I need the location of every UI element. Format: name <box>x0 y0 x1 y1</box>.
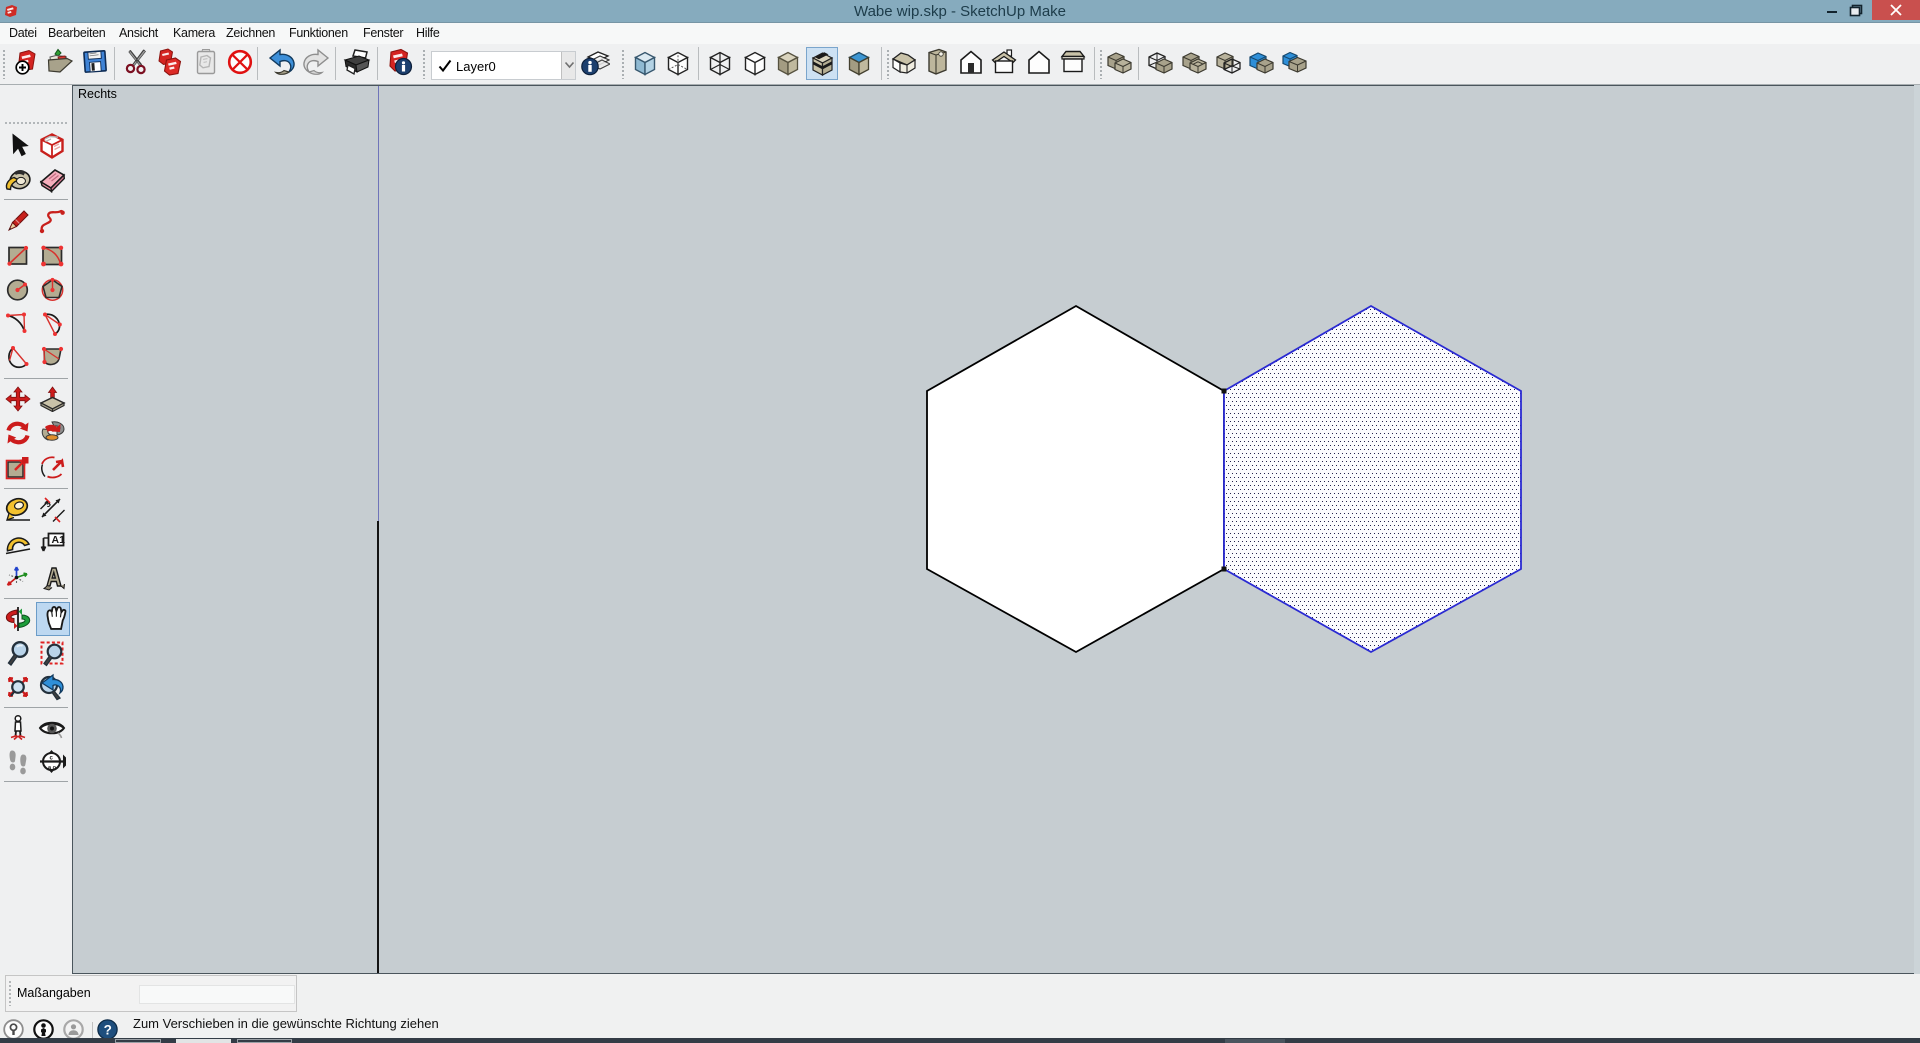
svg-text:A1: A1 <box>52 534 66 546</box>
svg-text:a o: a o <box>48 765 57 771</box>
svg-text:?: ? <box>104 1022 112 1037</box>
